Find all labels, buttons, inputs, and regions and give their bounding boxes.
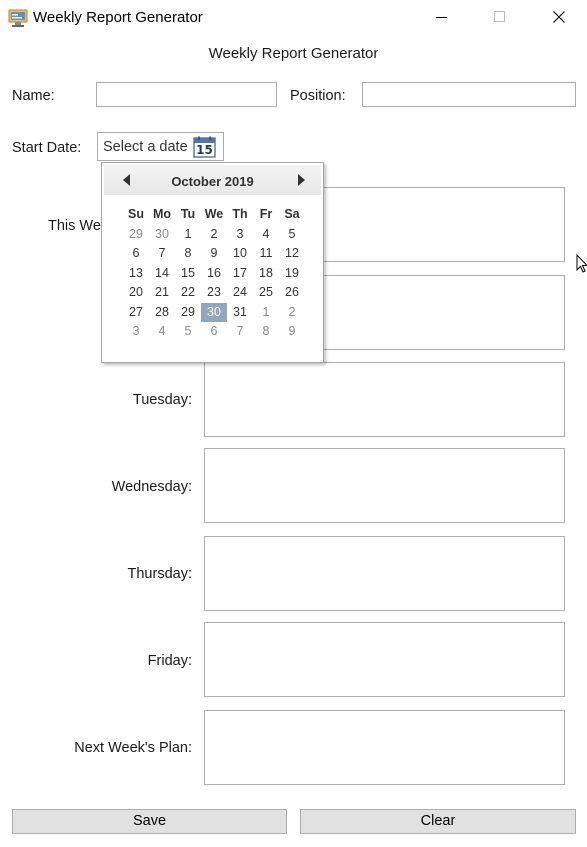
calendar-day[interactable]: 9 — [201, 244, 227, 264]
next-week-label: Next Week's Plan: — [74, 740, 192, 756]
calendar-week-row: 20 21 22 23 24 25 26 — [123, 283, 305, 303]
calendar-day-selected[interactable]: 30 — [201, 302, 227, 322]
tuesday-textarea[interactable] — [204, 362, 565, 437]
minimize-button[interactable] — [419, 0, 465, 34]
calendar-day[interactable]: 11 — [253, 244, 279, 264]
calendar-day[interactable]: 22 — [175, 283, 201, 303]
maximize-icon — [494, 11, 505, 22]
next-week-textarea[interactable] — [204, 710, 565, 785]
calendar-day[interactable]: 7 — [149, 244, 175, 264]
calendar-button[interactable]: 15 — [193, 136, 217, 158]
calendar-day[interactable]: 7 — [227, 322, 253, 342]
minimize-icon — [436, 17, 447, 18]
calendar-day[interactable]: 1 — [253, 303, 279, 323]
calendar-day-name: We — [204, 207, 224, 221]
title-bar: Weekly Report Generator — [0, 0, 587, 36]
next-month-button[interactable] — [295, 173, 307, 187]
calendar-day[interactable]: 13 — [123, 264, 149, 284]
close-button[interactable] — [536, 0, 582, 34]
calendar-day[interactable]: 2 — [201, 225, 227, 245]
header-title: Weekly Report Generator — [208, 45, 379, 62]
calendar-week-row: 6 7 8 9 10 11 12 — [123, 244, 305, 264]
close-icon — [553, 11, 565, 23]
calendar-day[interactable]: 23 — [201, 283, 227, 303]
maximize-button[interactable] — [477, 0, 523, 34]
calendar-month-label[interactable]: October 2019 — [104, 174, 321, 189]
this-week-label: This We — [48, 218, 101, 234]
calendar-week-row: 3456789 — [123, 322, 305, 342]
name-input[interactable] — [96, 82, 277, 107]
calendar-day[interactable]: 28 — [149, 303, 175, 323]
calendar-day[interactable]: 2 — [279, 303, 305, 323]
calendar-day[interactable]: 3 — [227, 225, 253, 245]
calendar-day[interactable]: 17 — [227, 264, 253, 284]
calendar-day[interactable]: 29 — [123, 225, 149, 245]
mouse-pointer-icon — [576, 253, 587, 274]
calendar-day[interactable]: 10 — [227, 244, 253, 264]
start-date-placeholder[interactable]: Select a date — [103, 139, 188, 155]
calendar-day[interactable]: 21 — [149, 283, 175, 303]
calendar-day[interactable]: 6 — [201, 322, 227, 342]
calendar-day[interactable]: 25 — [253, 283, 279, 303]
calendar-day[interactable]: 26 — [279, 283, 305, 303]
friday-label: Friday: — [147, 653, 192, 669]
calendar-day[interactable]: 24 — [227, 283, 253, 303]
thursday-label: Thursday: — [127, 566, 192, 582]
start-date-picker[interactable]: Select a date 15 — [97, 132, 224, 161]
calendar-grid: Su Mo Tu We Th Fr Sa 29 30 1 2 3 4 5 6 7 8 9 10 11 12 13 14 15 1… — [123, 205, 305, 342]
calendar-day[interactable]: 29 — [175, 303, 201, 323]
calendar-day[interactable]: 30 — [149, 225, 175, 245]
friday-textarea[interactable] — [204, 622, 565, 697]
calendar-day[interactable]: 19 — [279, 264, 305, 284]
calendar-day-name: Su — [128, 207, 144, 221]
calendar-day[interactable]: 6 — [123, 244, 149, 264]
save-button[interactable]: Save — [12, 809, 287, 834]
calendar-day[interactable]: 15 — [175, 264, 201, 284]
calendar-day[interactable]: 8 — [175, 244, 201, 264]
position-label: Position: — [290, 88, 346, 104]
calendar-day[interactable]: 5 — [175, 322, 201, 342]
calendar-week-row: 29 30 1 2 3 4 5 — [123, 225, 305, 245]
calendar-day[interactable]: 4 — [253, 225, 279, 245]
calendar-day-names: Su Mo Tu We Th Fr Sa — [123, 205, 305, 225]
calendar-day[interactable]: 3 — [123, 322, 149, 342]
calendar-day-name: Mo — [152, 207, 172, 221]
chevron-right-icon — [298, 174, 305, 186]
start-date-label: Start Date: — [12, 140, 82, 156]
calendar-day[interactable]: 20 — [123, 283, 149, 303]
calendar-day[interactable]: 14 — [149, 264, 175, 284]
calendar-header: October 2019 — [104, 165, 321, 195]
calendar-day[interactable]: 4 — [149, 322, 175, 342]
calendar-week-row: 27 28 29 30 31 1 2 — [123, 302, 305, 323]
tuesday-label: Tuesday: — [132, 392, 192, 408]
calendar-day-name: Th — [232, 207, 248, 221]
wednesday-textarea[interactable] — [204, 448, 565, 523]
position-input[interactable] — [362, 82, 576, 107]
calendar-week-row: 13 14 15 16 17 18 19 — [123, 264, 305, 284]
wednesday-label: Wednesday: — [111, 479, 192, 495]
calendar-day[interactable]: 31 — [227, 303, 253, 323]
calendar-day[interactable]: 9 — [279, 322, 305, 342]
report-app-icon — [8, 9, 28, 27]
calendar-day-name: Sa — [284, 207, 300, 221]
calendar-day[interactable]: 16 — [201, 264, 227, 284]
calendar-day-name: Fr — [259, 207, 273, 221]
window-title: Weekly Report Generator — [33, 9, 203, 26]
calendar-day[interactable]: 12 — [279, 244, 305, 264]
calendar-day-name: Tu — [180, 207, 196, 221]
calendar-day[interactable]: 18 — [253, 264, 279, 284]
calendar-popup: October 2019 Su Mo Tu We Th Fr Sa 29 30 1 2 3 4 5 6 7 8 9… — [101, 162, 324, 363]
calendar-day[interactable]: 27 — [123, 303, 149, 323]
thursday-textarea[interactable] — [204, 536, 565, 611]
calendar-icon-number: 15 — [196, 143, 213, 157]
calendar-day[interactable]: 8 — [253, 322, 279, 342]
name-label: Name: — [12, 88, 55, 104]
calendar-day[interactable]: 1 — [175, 225, 201, 245]
clear-button[interactable]: Clear — [300, 809, 576, 834]
calendar-day[interactable]: 5 — [279, 225, 305, 245]
